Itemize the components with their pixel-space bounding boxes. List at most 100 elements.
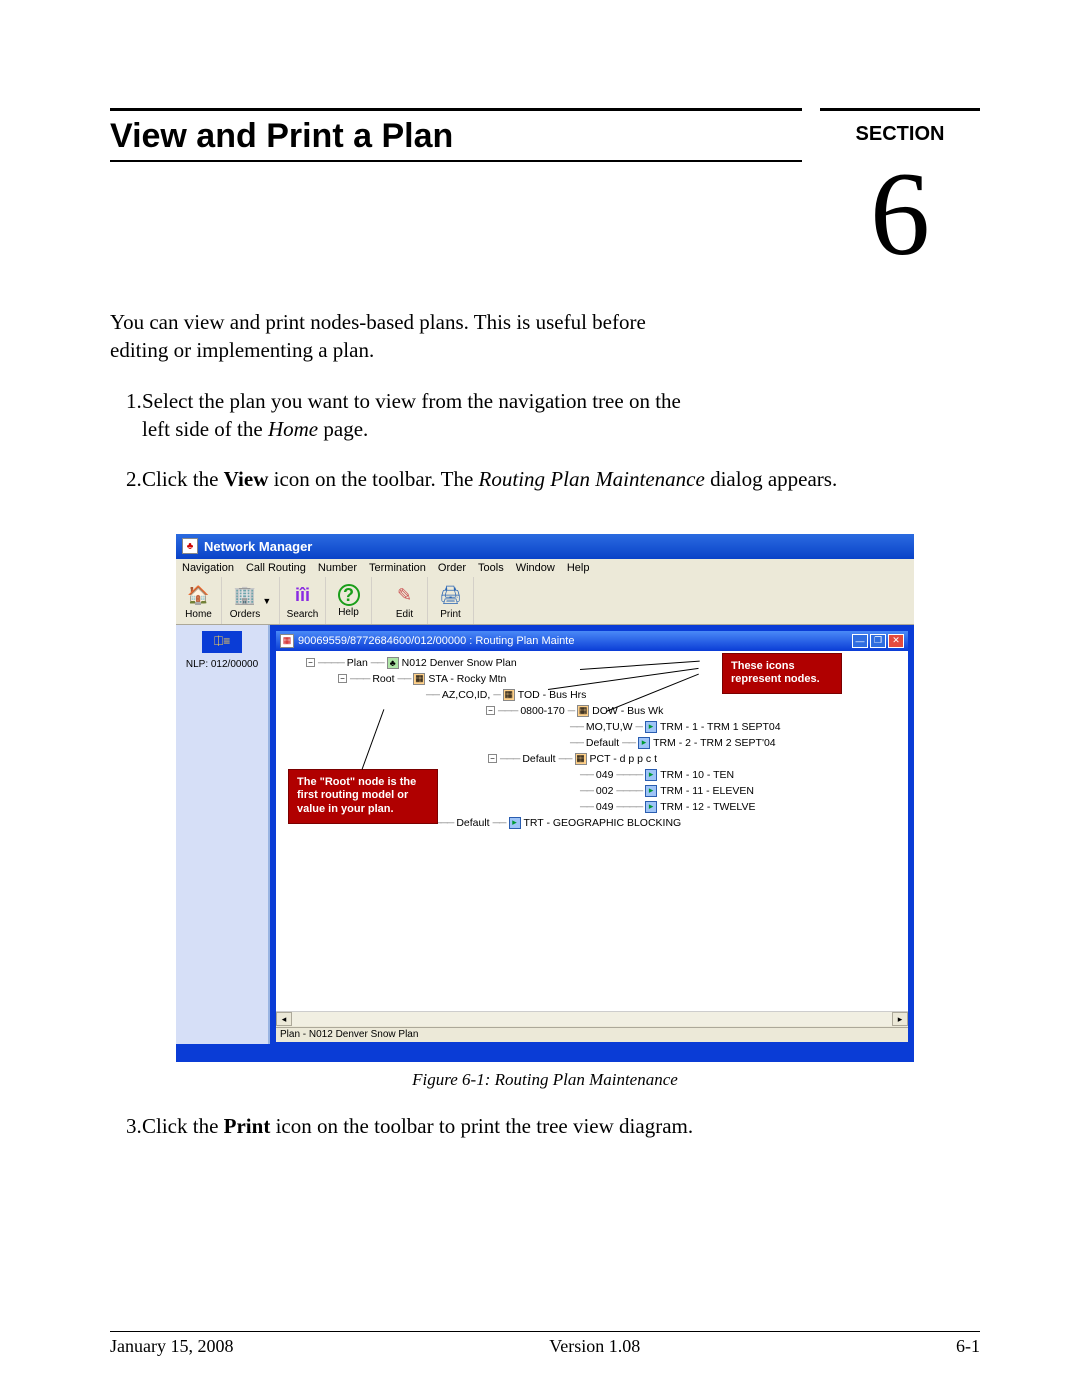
node-label: Root [372, 673, 394, 685]
node-text[interactable]: TRM - 11 - ELEVEN [660, 785, 754, 797]
node-label: MO,TU,W [586, 721, 633, 733]
scroll-right-icon[interactable]: ▸ [892, 1012, 908, 1026]
document-page: View and Print a Plan SECTION 6 You can … [0, 0, 1080, 1397]
orders-icon: 🏢 [232, 582, 258, 608]
intro-paragraph: You can view and print nodes-based plans… [110, 308, 700, 365]
home-icon: 🏠 [186, 582, 212, 608]
page-title: View and Print a Plan [110, 111, 802, 160]
edit-button[interactable]: ✎Edit [382, 577, 428, 624]
tree-icon[interactable]: ⎅≡ [202, 631, 242, 653]
node-text[interactable]: TRT - GEOGRAPHIC BLOCKING [524, 817, 682, 829]
menu-item[interactable]: Termination [369, 562, 426, 574]
menu-item[interactable]: Order [438, 562, 466, 574]
left-panel-label: NLP: 012/00000 [186, 659, 258, 670]
label: Orders [230, 609, 261, 620]
minimize-icon[interactable]: — [852, 634, 868, 648]
title-bar[interactable]: ♣ Network Manager [176, 534, 914, 559]
node-text[interactable]: TOD - Bus Hrs [518, 689, 587, 701]
label: Help [338, 607, 359, 618]
text-bold: Print [224, 1114, 271, 1138]
tree-view[interactable]: −────Plan──♣N012 Denver Snow Plan −───Ro… [276, 651, 908, 1011]
home-button[interactable]: 🏠Home [176, 577, 222, 624]
dow-node-icon: ▦ [577, 705, 589, 717]
node-label: 002 [596, 785, 614, 797]
step-text: Select the plan you want to view from th… [142, 387, 682, 444]
text: page. [318, 417, 368, 441]
footer-date: January 15, 2008 [110, 1336, 233, 1357]
text: dialog appears. [705, 467, 837, 491]
node-text[interactable]: N012 Denver Snow Plan [402, 657, 517, 669]
menu-item[interactable]: Call Routing [246, 562, 306, 574]
node-text[interactable]: TRM - 12 - TWELVE [660, 801, 755, 813]
label: Home [185, 609, 212, 620]
left-panel: ⎅≡ NLP: 012/00000 [176, 625, 270, 1044]
node-text[interactable]: PCT - d p p c t [590, 753, 658, 765]
inner-title-text: 90069559/8772684600/012/00000 : Routing … [298, 635, 848, 647]
scroll-track[interactable] [292, 1012, 892, 1026]
trm-node-icon: ▸ [645, 801, 657, 813]
help-button[interactable]: ?Help [326, 577, 372, 624]
menu-item[interactable]: Number [318, 562, 357, 574]
node-text[interactable]: TRM - 1 - TRM 1 SEPT04 [660, 721, 781, 733]
scroll-left-icon[interactable]: ◂ [276, 1012, 292, 1026]
step-3: 3. Click the Print icon on the toolbar t… [110, 1112, 980, 1140]
node-label: 049 [596, 769, 614, 781]
maximize-icon[interactable]: ❐ [870, 634, 886, 648]
print-button[interactable]: 🖨Print [428, 577, 474, 624]
node-text[interactable]: DOW - Bus Wk [592, 705, 663, 717]
trm-node-icon: ▸ [638, 737, 650, 749]
trt-node-icon: ▸ [509, 817, 521, 829]
step-text: Click the View icon on the toolbar. The … [142, 465, 980, 493]
menu-item[interactable]: Help [567, 562, 590, 574]
collapse-icon[interactable]: − [486, 706, 495, 715]
menu-item[interactable]: Window [516, 562, 555, 574]
search-icon: iîi [290, 582, 316, 608]
label: Print [440, 609, 461, 620]
label: Edit [396, 609, 413, 620]
plan-node-icon: ♣ [387, 657, 399, 669]
menu-item[interactable]: Navigation [182, 562, 234, 574]
pct-node-icon: ▦ [575, 753, 587, 765]
text-bold: View [224, 467, 269, 491]
text-italic: Home [268, 417, 318, 441]
node-text[interactable]: TRM - 2 - TRM 2 SEPT'04 [653, 737, 776, 749]
node-label: 0800-170 [520, 705, 564, 717]
menu-item[interactable]: Tools [478, 562, 504, 574]
trm-node-icon: ▸ [645, 721, 657, 733]
help-icon: ? [338, 584, 360, 606]
menu-bar: Navigation Call Routing Number Terminati… [176, 559, 914, 577]
callout-nodes: These icons represent nodes. [722, 653, 842, 695]
trm-node-icon: ▸ [645, 785, 657, 797]
step-number: 3. [110, 1112, 142, 1140]
chevron-down-icon[interactable]: ▼ [262, 596, 271, 606]
close-icon[interactable]: ✕ [888, 634, 904, 648]
text-italic: Routing Plan Maintenance [479, 467, 705, 491]
screenshot: ♣ Network Manager Navigation Call Routin… [176, 534, 914, 1062]
app-title: Network Manager [204, 539, 312, 554]
figure-caption: Figure 6-1: Routing Plan Maintenance [110, 1070, 980, 1090]
text: icon on the toolbar. The [268, 467, 478, 491]
node-label: 049 [596, 801, 614, 813]
callout-root: The "Root" node is the first routing mod… [288, 769, 438, 824]
node-text[interactable]: TRM - 10 - TEN [660, 769, 734, 781]
rule-bottom [110, 160, 802, 162]
step-2: 2. Click the View icon on the toolbar. T… [110, 465, 980, 493]
tod-node-icon: ▦ [503, 689, 515, 701]
collapse-icon[interactable]: − [306, 658, 315, 667]
orders-button[interactable]: 🏢Orders▼ [222, 577, 280, 624]
text: Select the plan you want to view from th… [142, 389, 681, 441]
trm-node-icon: ▸ [645, 769, 657, 781]
title-block: View and Print a Plan [110, 108, 802, 162]
collapse-icon[interactable]: − [338, 674, 347, 683]
collapse-icon[interactable]: − [488, 754, 497, 763]
horizontal-scrollbar[interactable]: ◂ ▸ [276, 1011, 908, 1027]
section-number: 6 [820, 146, 980, 274]
text: Click the [142, 1114, 224, 1138]
callout-line [580, 660, 700, 669]
page-footer: January 15, 2008 Version 1.08 6-1 [110, 1331, 980, 1357]
node-text[interactable]: STA - Rocky Mtn [428, 673, 506, 685]
footer-page: 6-1 [956, 1336, 980, 1357]
search-button[interactable]: iîiSearch [280, 577, 326, 624]
header: View and Print a Plan SECTION 6 [110, 108, 980, 274]
inner-title-bar[interactable]: ▦ 90069559/8772684600/012/00000 : Routin… [276, 631, 908, 651]
